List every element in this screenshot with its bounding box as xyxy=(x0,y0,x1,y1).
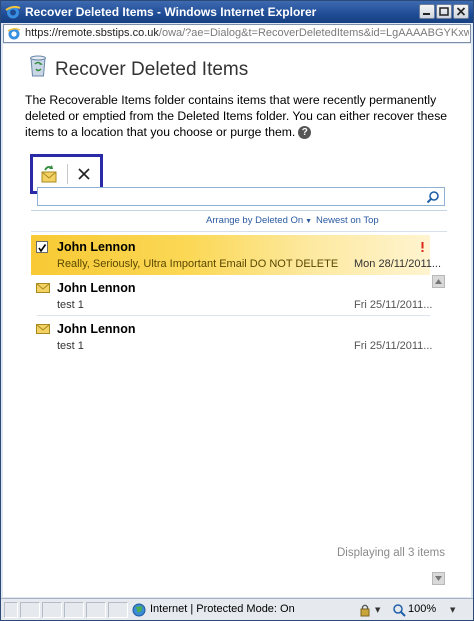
item-count: Displaying all 3 items xyxy=(337,547,446,559)
status-cell xyxy=(64,602,84,618)
address-url[interactable]: https://remote.sbstips.co.uk/owa/?ae=Dia… xyxy=(25,27,469,39)
address-host: https://remote.sbstips.co.uk xyxy=(25,27,159,39)
globe-icon xyxy=(132,603,146,617)
chevron-down-icon: ▼ xyxy=(305,218,313,225)
list-header: Arrange by Deleted On ▼ Newest on Top xyxy=(31,215,447,229)
deleted-items-list: Arrange by Deleted On ▼ Newest on Top Joh… xyxy=(31,210,447,589)
browser-window: Recover Deleted Items - Windows Internet… xyxy=(0,0,474,621)
ie-page-icon xyxy=(7,27,21,40)
dialog-description: The Recoverable Items folder contains it… xyxy=(25,92,455,140)
maximize-button[interactable] xyxy=(436,4,452,19)
search-input[interactable] xyxy=(40,189,420,204)
status-cell xyxy=(4,602,18,618)
zone-label: Internet | Protected Mode: On xyxy=(150,603,295,615)
status-cell xyxy=(42,602,62,618)
search-box[interactable] xyxy=(37,187,445,206)
zoom-level[interactable]: 100% xyxy=(408,603,436,615)
arrange-by-menu[interactable]: Arrange by Deleted On ▼ xyxy=(206,215,312,226)
envelope-icon xyxy=(36,283,50,293)
item-sender: John Lennon xyxy=(57,281,136,295)
page-title: Recover Deleted Items xyxy=(55,59,249,80)
recycle-bin-icon xyxy=(30,55,46,77)
zoom-icon[interactable] xyxy=(392,603,406,617)
scroll-down-button[interactable] xyxy=(432,572,445,585)
scroll-up-button[interactable] xyxy=(432,275,445,288)
close-window-button[interactable] xyxy=(453,4,469,19)
security-zone[interactable]: Internet | Protected Mode: On xyxy=(131,602,371,618)
item-sender: John Lennon xyxy=(57,240,136,254)
chevron-down-icon[interactable]: ▼ xyxy=(450,606,455,614)
description-text: The Recoverable Items folder contains it… xyxy=(25,93,448,139)
title-bar: Recover Deleted Items - Windows Internet… xyxy=(1,1,473,23)
toolbar-separator xyxy=(67,164,68,184)
item-sender: John Lennon xyxy=(57,322,136,336)
list-item[interactable]: John Lennon test 1 Fri 25/11/2011... xyxy=(31,276,433,316)
list-item[interactable]: John Lennon Really, Seriously, Ultra Imp… xyxy=(31,235,441,275)
item-date: Mon 28/11/2011... xyxy=(354,258,442,270)
chevron-down-icon xyxy=(435,576,442,581)
item-subject: Really, Seriously, Ultra Important Email… xyxy=(57,258,339,270)
item-date: Fri 25/11/2011... xyxy=(354,340,433,352)
chevron-down-icon[interactable]: ▼ xyxy=(375,606,380,614)
address-bar[interactable]: https://remote.sbstips.co.uk/owa/?ae=Dia… xyxy=(3,24,471,43)
chevron-up-icon xyxy=(435,279,442,284)
row-divider xyxy=(37,315,430,316)
list-divider xyxy=(31,231,447,232)
search-icon[interactable] xyxy=(426,190,440,204)
dialog-page: Recover Deleted Items The Recoverable It… xyxy=(3,44,471,597)
minimize-button[interactable] xyxy=(419,4,435,19)
status-bar: Internet | Protected Mode: On ▼ 100% ▼ xyxy=(1,598,473,620)
list-scrollbar[interactable] xyxy=(432,275,446,589)
lock-icon[interactable] xyxy=(358,603,372,617)
status-cell xyxy=(86,602,106,618)
exclamation-icon xyxy=(421,242,424,252)
sort-order-link[interactable]: Newest on Top xyxy=(316,215,379,226)
list-item[interactable]: John Lennon test 1 Fri 25/11/2011... xyxy=(31,317,433,357)
item-subject: test 1 xyxy=(57,299,84,311)
status-cell xyxy=(108,602,128,618)
delete-button[interactable] xyxy=(74,163,94,185)
ie-icon xyxy=(5,5,21,19)
status-cell xyxy=(20,602,40,618)
close-icon xyxy=(78,168,90,180)
envelope-icon xyxy=(36,324,50,334)
item-subject: test 1 xyxy=(57,340,84,352)
recover-mail-icon[interactable] xyxy=(39,163,59,185)
checkbox-checked[interactable] xyxy=(36,241,48,253)
window-title: Recover Deleted Items - Windows Internet… xyxy=(25,5,317,19)
item-date: Fri 25/11/2011... xyxy=(354,299,433,311)
arrange-label: Arrange by Deleted On xyxy=(206,215,304,226)
help-icon[interactable]: ? xyxy=(298,126,312,140)
address-path: /owa/?ae=Dialog&t=RecoverDeletedItems&id… xyxy=(158,27,469,39)
